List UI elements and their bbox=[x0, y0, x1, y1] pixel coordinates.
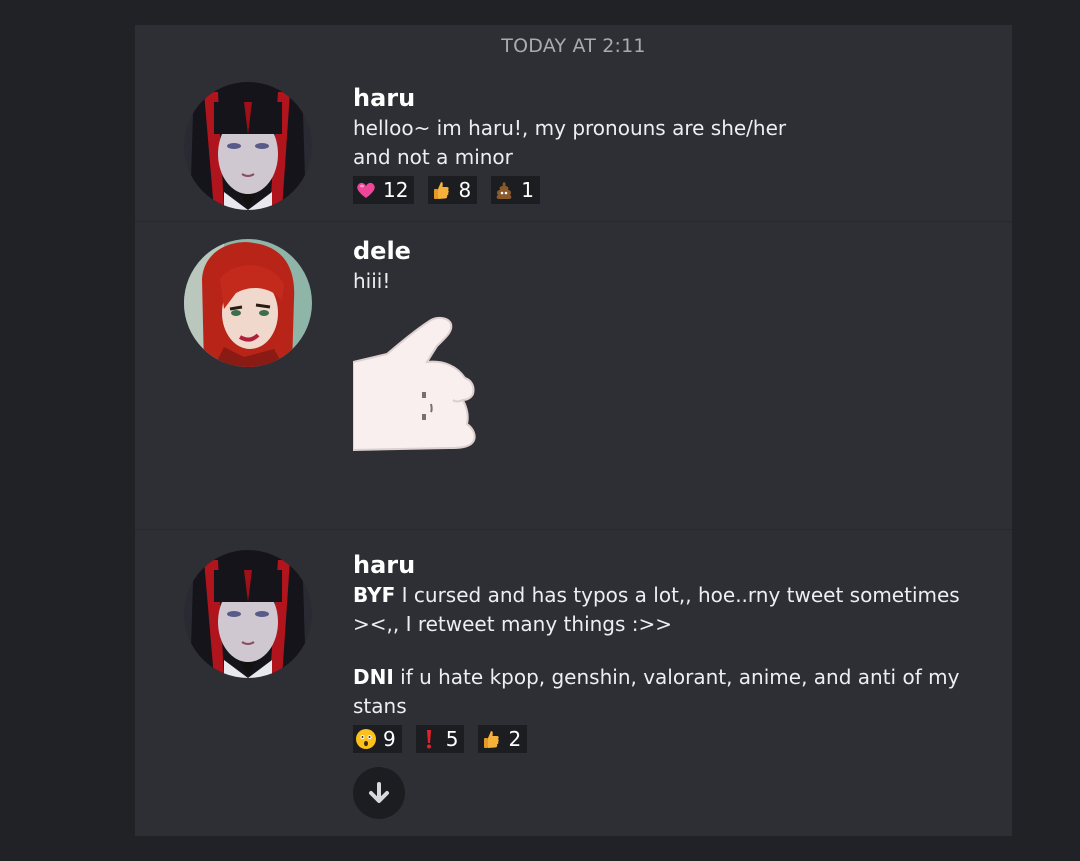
message-content: haru BYF I cursed and has typos a lot,, … bbox=[353, 550, 982, 819]
avatar[interactable] bbox=[184, 239, 312, 367]
reaction[interactable]: 12 bbox=[353, 176, 415, 204]
reaction[interactable]: 2 bbox=[478, 725, 528, 753]
reaction[interactable]: 9 bbox=[353, 725, 402, 753]
thumbs-up-icon bbox=[484, 731, 500, 748]
thumbs-up-icon bbox=[434, 182, 450, 199]
message-text: hiii! bbox=[353, 269, 391, 293]
message: haru helloo~ im haru!, my pronouns are s… bbox=[135, 77, 1012, 219]
reactions: 12 8 1 bbox=[353, 176, 982, 204]
pointing-hand-sticker[interactable] bbox=[352, 316, 493, 476]
message-text: BYF I cursed and has typos a lot,, hoe..… bbox=[353, 583, 960, 718]
avatar[interactable] bbox=[184, 550, 312, 678]
reaction[interactable]: 8 bbox=[428, 176, 478, 204]
arrow-down-icon bbox=[369, 782, 389, 803]
message: dele hiii! bbox=[135, 221, 1012, 530]
astonished-face-icon bbox=[356, 729, 376, 749]
dni-label: DNI bbox=[353, 665, 394, 689]
username[interactable]: dele bbox=[353, 236, 982, 266]
message-text: helloo~ im haru!, my pronouns are she/he… bbox=[353, 116, 787, 169]
exclamation-icon bbox=[426, 730, 431, 749]
avatar[interactable] bbox=[184, 82, 312, 210]
byf-label: BYF bbox=[353, 583, 396, 607]
reaction[interactable]: 1 bbox=[491, 176, 540, 204]
message-content: haru helloo~ im haru!, my pronouns are s… bbox=[353, 83, 982, 204]
username[interactable]: haru bbox=[353, 83, 982, 113]
message-content: dele hiii! bbox=[352, 236, 982, 476]
poop-icon bbox=[496, 182, 512, 199]
pink-heart-icon bbox=[357, 182, 375, 198]
reaction[interactable]: 5 bbox=[415, 725, 465, 753]
username[interactable]: haru bbox=[353, 550, 982, 580]
scroll-to-bottom-button[interactable] bbox=[353, 767, 405, 819]
message: haru BYF I cursed and has typos a lot,, … bbox=[135, 529, 1012, 837]
reactions: 9 5 2 bbox=[353, 725, 982, 753]
date-divider: TODAY AT 2:11 bbox=[501, 35, 646, 57]
chat-panel: TODAY AT 2:11 haru helloo~ im haru!, my … bbox=[135, 25, 1012, 836]
